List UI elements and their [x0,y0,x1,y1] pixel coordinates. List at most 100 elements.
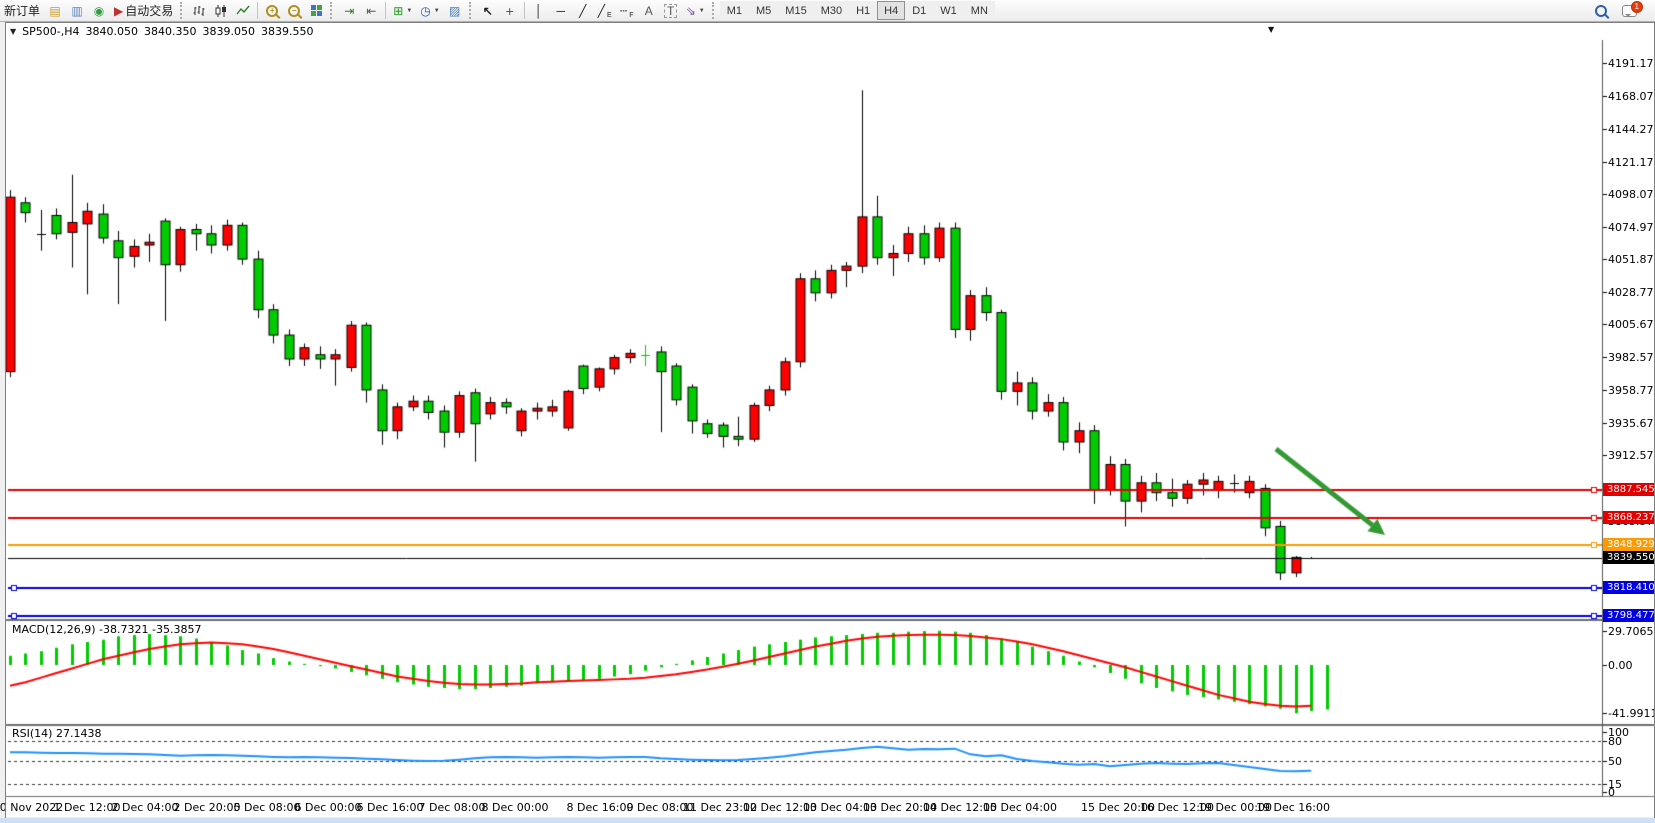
add-indicator-icon: ⊞ [393,5,403,17]
timeframe-m5-button[interactable]: M5 [749,1,778,20]
trendline-icon: ╱ [579,5,586,17]
title-dropdown-icon[interactable]: ▼ [10,27,16,36]
fibonacci-tool-button[interactable]: ┄ F [616,1,638,20]
chart-shift-button[interactable]: ⇤ [360,1,382,20]
toolbar-grip[interactable] [330,2,335,19]
accounts-button[interactable]: ▤ [44,1,66,20]
price-axis[interactable]: 4191.1704168.0704144.2704121.1704098.070… [1603,23,1655,803]
bar-chart-icon [192,4,206,18]
new-order-button[interactable]: 新订单 [0,1,44,20]
chevron-down-icon: ▼ [434,8,440,14]
price-line-tag: 3868.237 [1603,511,1655,524]
fibonacci-icon: ┄ [620,5,627,17]
toolbar-grip[interactable] [469,2,474,19]
timeframe-h1-button[interactable]: H1 [849,1,877,20]
text-tool-icon: A [645,5,653,17]
rsi-scale-label: 50 [1608,755,1622,768]
toolbar-grip[interactable] [712,2,717,19]
notification-badge: 1 [1631,1,1643,13]
horizontal-line-icon: ─ [556,5,565,17]
chart-context-marker-icon[interactable]: ▼ [1268,25,1274,34]
text-tool-button[interactable]: A [638,1,660,20]
price-axis-tick: 4144.270 [1608,123,1655,136]
add-indicator-button[interactable]: ⊞ ▼ [389,1,416,20]
text-label-tool-button[interactable]: T [660,1,682,20]
macd-indicator-label: MACD(12,26,9) -38.7321 -35.3857 [12,623,201,636]
timeframe-m1-button[interactable]: M1 [720,1,749,20]
timeframe-d1-button[interactable]: D1 [905,1,933,20]
notifications-button[interactable]: 1 [1618,1,1641,20]
price-axis-tick: 3982.570 [1608,351,1655,364]
price-axis-tick: 4005.670 [1608,318,1655,331]
signal-button[interactable]: ◉ [88,1,110,20]
vertical-line-tool-button[interactable]: │ [528,1,550,20]
toolbar-grip[interactable] [180,2,185,19]
price-axis-tick: 3958.770 [1608,384,1655,397]
time-axis-label: 7 Dec 08:00 [419,801,486,814]
time-axis[interactable]: 30 Nov 20221 Dec 12:002 Dec 04:002 Dec 2… [0,801,1600,817]
time-axis-label: 1 Dec 12:00 [54,801,121,814]
candlestick-chart-button[interactable] [210,1,232,20]
tile-windows-button[interactable] [305,1,327,20]
period-clock-icon: ◷ [420,5,430,17]
terminal-icon: ▥ [71,5,82,17]
price-axis-tick: 4051.870 [1608,253,1655,266]
timeframe-h4-button[interactable]: H4 [877,1,905,20]
chart-plot-area[interactable] [0,0,1655,823]
rsi-scale-label: 0 [1608,786,1615,799]
line-chart-button[interactable] [232,1,254,20]
search-button[interactable] [1590,1,1612,20]
time-axis-label: 15 Dec 04:00 [983,801,1057,814]
status-strip [0,818,1655,823]
time-axis-label: 2 Dec 04:00 [112,801,179,814]
auto-trading-button[interactable]: ▶ 自动交易 [110,1,177,20]
chart-symbol-period: SP500-,H4 [22,25,79,38]
main-toolbar: 新订单 ▤ ▥ ◉ ▶ 自动交易 + − ⇥ ⇤ ⊞ ▼ [0,0,1655,22]
chevron-down-icon: ▼ [699,8,705,14]
candlestick-chart-icon [214,4,228,18]
template-button[interactable]: ▨ [444,1,466,20]
chart-shift-icon: ⇤ [366,5,376,17]
price-axis-tick: 4168.070 [1608,90,1655,103]
cursor-tool-button[interactable]: ↖ [477,1,499,20]
tile-windows-icon [311,5,322,16]
auto-trading-label: 自动交易 [125,2,173,19]
price-axis-tick: 4074.970 [1608,221,1655,234]
pane-separator-macd[interactable] [6,619,1654,622]
auto-scroll-button[interactable]: ⇥ [338,1,360,20]
time-axis-label: 8 Dec 16:00 [567,801,634,814]
arrows-tool-button[interactable]: ⇘ ▼ [682,1,709,20]
pane-separator-rsi[interactable] [6,724,1654,727]
timeframe-m15-button[interactable]: M15 [778,1,813,20]
crosshair-tool-button[interactable]: + [499,1,521,20]
price-axis-tick: 4098.070 [1608,188,1655,201]
auto-trading-icon: ▶ [114,5,123,17]
terminal-button[interactable]: ▥ [66,1,88,20]
chart-close-value: 3839.550 [261,25,314,38]
period-button[interactable]: ◷ ▼ [416,1,443,20]
price-line-tag: 3848.929 [1603,538,1655,551]
bar-chart-button[interactable] [188,1,210,20]
time-axis-label: 8 Dec 00:00 [482,801,549,814]
time-axis-label: 19 Dec 16:00 [1256,801,1330,814]
chart-title-bar[interactable]: ▼ SP500-,H4 3840.050 3840.350 3839.050 3… [7,24,1507,39]
timeframe-m30-button[interactable]: M30 [814,1,849,20]
horizontal-line-tool-button[interactable]: ─ [550,1,572,20]
zoom-out-button[interactable]: − [283,1,305,20]
rsi-scale-label: 80 [1608,735,1622,748]
time-axis-label: 6 Dec 00:00 [295,801,362,814]
timeframe-w1-button[interactable]: W1 [933,1,964,20]
chart-open-value: 3840.050 [86,25,139,38]
trendline-tool-button[interactable]: ╱ [572,1,594,20]
price-line-tag: 3839.550 [1603,551,1655,564]
chart-high-value: 3840.350 [144,25,197,38]
auto-scroll-icon: ⇥ [344,5,354,17]
timeframe-mn-button[interactable]: MN [964,1,995,20]
template-icon: ▨ [449,5,460,17]
channel-tool-button[interactable]: ╱ E [594,1,616,20]
zoom-in-button[interactable]: + [261,1,283,20]
time-axis-label: 5 Dec 08:00 [234,801,301,814]
zoom-in-icon: + [266,5,278,17]
macd-scale-label: 0.00 [1608,659,1633,672]
crosshair-icon: + [506,4,514,18]
